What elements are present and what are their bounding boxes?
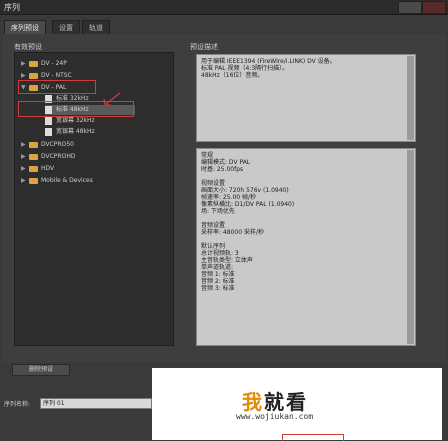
annotation-highlight-box: [18, 80, 96, 94]
description-line: 48kHz（16位）音频。: [201, 72, 264, 79]
window-titlebar: 序列: [0, 0, 448, 15]
tree-item-dvcprohd[interactable]: ▶ DVCPROHD: [21, 152, 75, 162]
tab-tracks[interactable]: 轨道: [82, 20, 110, 35]
details-line: 音频设置: [201, 222, 226, 229]
details-line: 帧速率: 25.00 帧/秒: [201, 194, 257, 201]
tree-item-label: HDV: [41, 165, 55, 172]
annotation-arrow-icon: [103, 92, 121, 106]
presets-tree[interactable]: ▶ DV - 24P ▶ DV - NTSC ▼ DV - PAL 标准 32kHz …: [14, 52, 174, 346]
details-line: [201, 215, 411, 222]
expand-arrow-icon[interactable]: ▶: [21, 140, 29, 150]
tree-item-mobile-devices[interactable]: ▶ Mobile & Devices: [21, 176, 93, 186]
details-line: 音频 2: 标准: [201, 278, 235, 285]
tab-bar: 序列预设 设置 轨道: [0, 20, 448, 35]
tree-item-label: 宽银幕 48kHz: [56, 128, 95, 135]
preset-file-icon: [45, 127, 52, 136]
folder-icon: [29, 153, 38, 160]
tree-item-label: Mobile & Devices: [41, 177, 93, 184]
watermark-overlay: 我就看 www.wojiukan.com: [152, 368, 442, 440]
preset-file-icon: [45, 116, 52, 125]
window-title: 序列: [4, 3, 20, 12]
tree-item-hdv[interactable]: ▶ HDV: [21, 164, 54, 174]
tree-item-label: 宽银幕 32kHz: [56, 117, 95, 124]
folder-icon: [29, 72, 38, 79]
expand-arrow-icon[interactable]: ▶: [21, 164, 29, 174]
details-line: [201, 236, 411, 243]
details-line: 场: 下场优先: [201, 208, 235, 215]
tree-item-label: DVCPRO50: [41, 141, 74, 148]
delete-preset-button[interactable]: 删除预设: [12, 364, 70, 376]
tree-item-widescreen-48khz[interactable]: 宽银幕 48kHz: [45, 127, 95, 137]
details-line: 总计视频轨: 3: [201, 250, 239, 257]
description-scrollbar[interactable]: [407, 56, 414, 140]
details-line: 单声道轨道:: [201, 264, 234, 271]
details-line: 采样率: 48000 采样/秒: [201, 229, 264, 236]
expand-arrow-icon[interactable]: ▶: [21, 152, 29, 162]
expand-arrow-icon[interactable]: ▶: [21, 176, 29, 186]
folder-icon: [29, 177, 38, 184]
tab-sequence-presets[interactable]: 序列预设: [4, 20, 46, 35]
tree-item-dvcpro50[interactable]: ▶ DVCPRO50: [21, 140, 74, 150]
details-scrollbar[interactable]: [407, 150, 414, 344]
details-line: 常规: [201, 152, 214, 159]
folder-icon: [29, 165, 38, 172]
minimize-button[interactable]: [398, 1, 422, 14]
preset-description-label: 预设描述: [190, 43, 218, 51]
tree-item-label: DV - NTSC: [41, 72, 72, 79]
tree-item-widescreen-32khz[interactable]: 宽银幕 32kHz: [45, 116, 95, 126]
details-line: 像素纵横比: D1/DV PAL (1.0940): [201, 201, 295, 208]
description-line: 标准 PAL 视频（4:3隔行扫描）。: [201, 65, 289, 72]
details-line: 音频 1: 标准: [201, 271, 235, 278]
watermark-logo-first: 我: [242, 390, 264, 414]
details-line: [201, 173, 411, 180]
details-line: 时基: 25.00fps: [201, 166, 244, 173]
watermark-url: www.wojiukan.com: [236, 412, 314, 421]
details-line: 编辑模式: DV PAL: [201, 159, 251, 166]
tree-item-label: DVCPROHD: [41, 153, 76, 160]
watermark-logo-rest: 就看: [264, 390, 308, 414]
preset-details-box: 常规 编辑模式: DV PAL 时基: 25.00fps 视频设置 画面大小: …: [196, 148, 416, 346]
details-line: 音频 3: 标准: [201, 285, 235, 292]
watermark-logo: 我就看: [242, 386, 308, 415]
folder-icon: [29, 141, 38, 148]
tab-settings[interactable]: 设置: [52, 20, 80, 35]
details-line: 画面大小: 720h 576v (1.0940): [201, 187, 289, 194]
folder-icon: [29, 60, 38, 67]
tree-item-label: DV - 24P: [41, 60, 67, 67]
available-presets-label: 有效预设: [14, 43, 42, 51]
preset-description-box: 用于编辑 IEEE1394 (FireWire/i.LINK) DV 设备。 标…: [196, 54, 416, 142]
details-line: 视频设置: [201, 180, 226, 187]
sequence-name-label: 序列名称:: [4, 401, 31, 408]
sequence-name-input[interactable]: 序列 01: [40, 398, 152, 409]
expand-arrow-icon[interactable]: ▶: [21, 59, 29, 69]
tree-item-dv-24p[interactable]: ▶ DV - 24P: [21, 59, 67, 69]
close-button[interactable]: [422, 1, 446, 14]
description-line: 用于编辑 IEEE1394 (FireWire/i.LINK) DV 设备。: [201, 58, 336, 65]
details-line: 主音轨类型: 立体声: [201, 257, 253, 264]
details-line: 默认序列: [201, 243, 226, 250]
